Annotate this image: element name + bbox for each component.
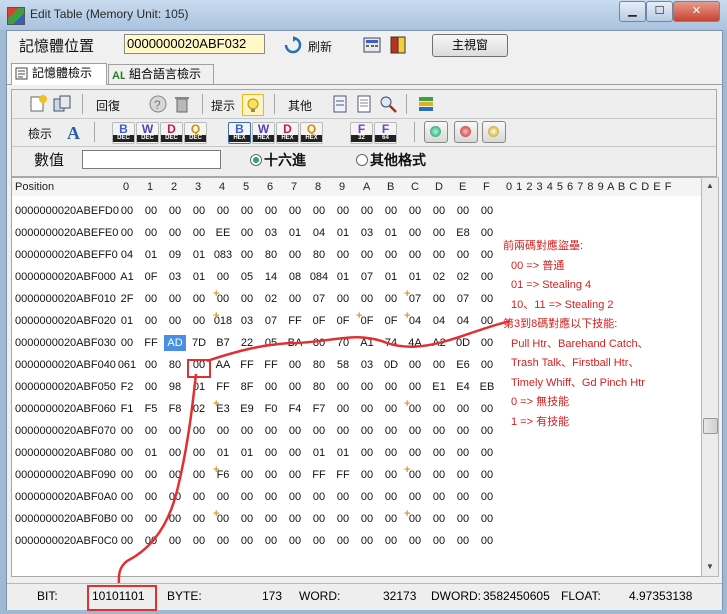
float-value: 4.97353138 bbox=[629, 589, 693, 603]
bit-value: 10101101 bbox=[92, 589, 145, 603]
byte-value: 173 bbox=[262, 589, 283, 603]
edit-table-window: Edit Table (Memory Unit: 105) ▁ ☐ ✕ 記憶體位… bbox=[0, 0, 727, 614]
status-bar: BIT: 10101101 BYTE: 173 WORD: 32173 DWOR… bbox=[7, 583, 722, 611]
window-title: Edit Table (Memory Unit: 105) bbox=[30, 7, 189, 21]
maximize-button[interactable]: ☐ bbox=[646, 1, 673, 22]
word-value: 32173 bbox=[383, 589, 417, 603]
dword-value: 3582450605 bbox=[483, 589, 550, 603]
title-bar[interactable]: Edit Table (Memory Unit: 105) ▁ ☐ ✕ bbox=[0, 0, 727, 30]
annotation-lines bbox=[117, 319, 511, 588]
close-button[interactable]: ✕ bbox=[673, 1, 720, 22]
bit-label: BIT: bbox=[37, 589, 58, 603]
byte-label: BYTE: bbox=[167, 589, 202, 603]
client-area: 記憶體位置 0000000020ABF032 刷新 主視窗 記憶體檢示 AL 組… bbox=[6, 30, 723, 611]
float-label: FLOAT: bbox=[561, 589, 601, 603]
word-label: WORD: bbox=[299, 589, 341, 603]
app-icon bbox=[7, 7, 25, 25]
minimize-button[interactable]: ▁ bbox=[619, 1, 646, 22]
dword-label: DWORD: bbox=[431, 589, 481, 603]
